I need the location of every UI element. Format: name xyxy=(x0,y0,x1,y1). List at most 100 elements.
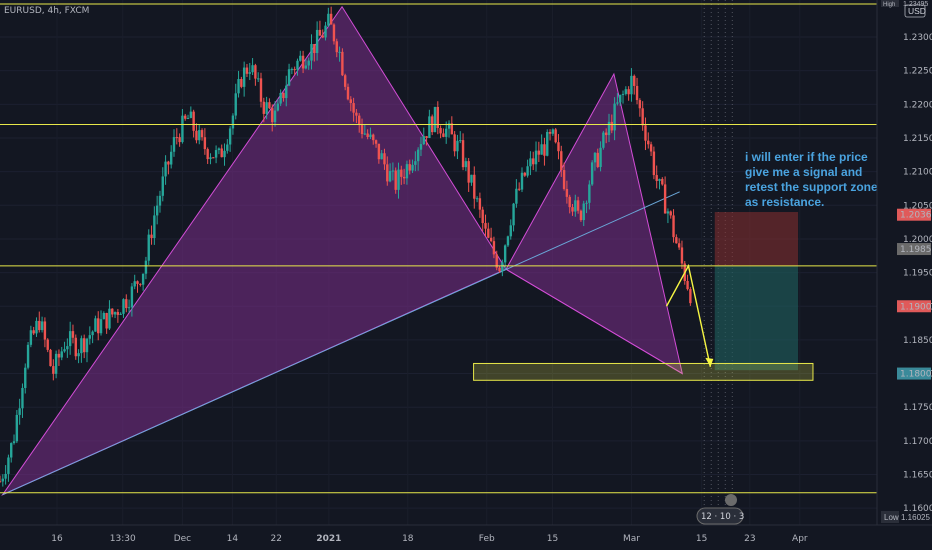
support-zone[interactable] xyxy=(473,362,814,381)
candle-body xyxy=(63,349,66,352)
time-tick-label: 16 xyxy=(51,534,63,544)
candle-body xyxy=(652,151,656,176)
candle-body xyxy=(125,299,128,309)
candle-body xyxy=(579,210,583,221)
candle-body xyxy=(604,132,608,136)
candle-body xyxy=(228,128,232,145)
candle-body xyxy=(498,267,501,272)
candle-body xyxy=(400,169,403,177)
candle-body xyxy=(29,330,33,345)
annotation-line[interactable]: i will enter if the price xyxy=(745,150,868,164)
time-tick-label: Apr xyxy=(792,534,808,544)
candle-body xyxy=(414,161,417,165)
candle-body xyxy=(402,176,406,179)
candle-body xyxy=(638,100,642,109)
price-chart[interactable]: 1.217011.196001.16230 i will enter if th… xyxy=(0,0,932,550)
candle-body xyxy=(610,121,613,131)
candle-body xyxy=(242,67,246,87)
candle-body xyxy=(532,158,535,165)
candle-body xyxy=(26,344,30,368)
candle-body xyxy=(167,161,170,165)
candle-body xyxy=(630,75,633,95)
candle-body xyxy=(265,102,268,114)
price-tick-label: 1.21500 xyxy=(903,134,932,144)
candle-body xyxy=(80,338,83,354)
candle-body xyxy=(445,128,448,137)
candle-body xyxy=(411,164,414,171)
candle-body xyxy=(144,260,148,274)
candle-body xyxy=(99,319,103,334)
candle-body xyxy=(641,108,644,126)
candle-body xyxy=(405,164,409,179)
candle-body xyxy=(557,142,560,152)
candle-body xyxy=(184,115,187,119)
support-zone-rect[interactable] xyxy=(473,362,814,381)
candle-body xyxy=(335,41,338,53)
candle-body xyxy=(456,140,459,152)
event-badge-text: 12 · 10 · 3 xyxy=(701,512,744,522)
candle-body xyxy=(621,93,625,95)
candle-body xyxy=(231,115,235,129)
candle-body xyxy=(315,29,319,54)
short-position-tool[interactable] xyxy=(714,212,799,371)
candle-body xyxy=(624,89,628,94)
candle-body xyxy=(268,102,271,109)
annotation-line[interactable]: as resistance. xyxy=(745,195,824,209)
candle-body xyxy=(467,161,470,183)
candle-body xyxy=(7,457,10,474)
candle-body xyxy=(172,137,176,152)
candle-body xyxy=(571,207,574,212)
candle-body xyxy=(271,108,274,123)
candle-body xyxy=(195,130,198,141)
candle-body xyxy=(169,151,173,165)
candle-body xyxy=(661,178,664,185)
candle-body xyxy=(537,150,541,155)
candle-body xyxy=(111,308,114,315)
take-profit-area[interactable] xyxy=(714,265,799,371)
candle-body xyxy=(672,215,675,238)
candle-body xyxy=(139,283,142,285)
candle-body xyxy=(24,367,27,388)
event-icon[interactable] xyxy=(725,494,737,506)
candle-body xyxy=(619,94,622,103)
candle-body xyxy=(391,170,395,172)
annotation-line[interactable]: retest the support zone xyxy=(745,180,878,194)
candle-body xyxy=(369,134,372,137)
annotation-line[interactable]: give me a signal and xyxy=(745,165,862,179)
time-tick-label: 15 xyxy=(547,534,558,544)
candle-body xyxy=(506,236,510,246)
candle-body xyxy=(18,408,21,415)
candle-body xyxy=(534,150,538,165)
candle-body xyxy=(540,144,543,155)
candle-body xyxy=(358,115,361,125)
candle-body xyxy=(313,44,316,54)
candle-body xyxy=(49,349,52,367)
candle-body xyxy=(299,55,302,61)
candle-body xyxy=(237,79,240,94)
candle-body xyxy=(4,473,7,479)
price-badge-label: 1.18000 xyxy=(900,370,932,380)
candle-body xyxy=(352,103,355,113)
candle-body xyxy=(680,247,684,264)
stop-loss-area[interactable] xyxy=(714,212,799,266)
candle-body xyxy=(543,144,546,156)
time-tick-label: 13:30 xyxy=(110,534,136,544)
candle-body xyxy=(560,151,563,171)
candle-body xyxy=(206,149,209,160)
time-tick-label: 18 xyxy=(402,534,414,544)
candle-body xyxy=(523,172,526,176)
candle-body xyxy=(355,112,358,116)
candle-body xyxy=(554,129,557,143)
candle-body xyxy=(677,243,681,248)
candle-body xyxy=(658,178,661,181)
candle-body xyxy=(585,202,588,204)
candle-body xyxy=(635,85,639,101)
candle-body xyxy=(588,184,591,203)
candle-body xyxy=(130,286,134,308)
candle-body xyxy=(158,195,162,206)
candle-body xyxy=(475,198,479,200)
candle-body xyxy=(481,209,484,224)
candle-body xyxy=(113,312,117,315)
candle-body xyxy=(119,313,122,315)
candle-body xyxy=(88,335,92,339)
